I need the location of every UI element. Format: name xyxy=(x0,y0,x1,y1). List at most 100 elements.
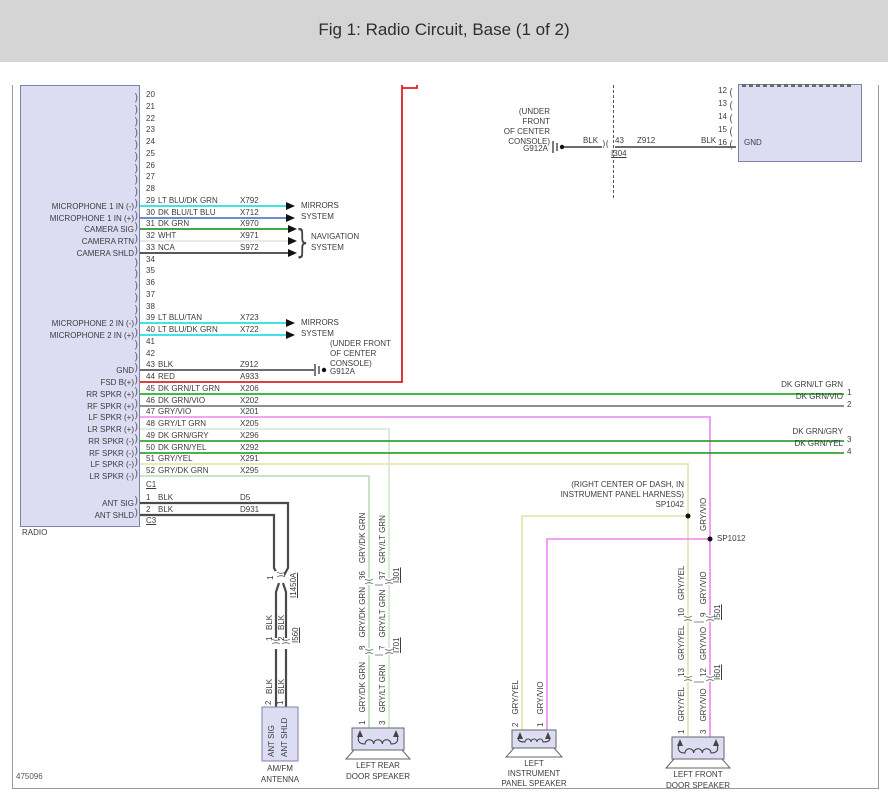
arrow-icon xyxy=(286,319,295,327)
speaker-caption: LEFT REAR xyxy=(345,761,411,770)
circuit-code: X292 xyxy=(240,443,259,452)
pin-bracket: ) xyxy=(134,198,138,209)
wire xyxy=(138,417,710,739)
circuit-code: X722 xyxy=(240,325,259,334)
circuit-code: X712 xyxy=(240,208,259,217)
pin-number: 26 xyxy=(146,161,155,170)
destination-label: SYSTEM xyxy=(311,243,344,252)
pin-bracket: ( xyxy=(729,113,733,124)
pin-number: 14 xyxy=(711,112,727,121)
pin-number: 41 xyxy=(146,337,155,346)
component-pin-number: 1 xyxy=(276,695,285,705)
wire-segment-label: 2 GRY/YEL xyxy=(511,641,520,727)
wire xyxy=(138,85,402,382)
circuit-code: D931 xyxy=(240,505,259,514)
pin-bracket: ) xyxy=(134,174,138,185)
radio-pin-label: ANT SHLD xyxy=(21,511,134,520)
pin-number: 38 xyxy=(146,302,155,311)
radio-pin-label: LR SPKR (+) xyxy=(21,425,134,434)
wire-color-label: GRY/YEL xyxy=(158,454,193,463)
circuit-code: X792 xyxy=(240,196,259,205)
speaker-base xyxy=(666,759,730,768)
pin-number: 39 xyxy=(146,313,155,322)
ground-icon xyxy=(560,145,564,149)
radio-pin-label: MICROPHONE 2 IN (-) xyxy=(21,319,134,328)
pin-number: 15 xyxy=(711,125,727,134)
pin-bracket: ) xyxy=(134,233,138,244)
pin-number: 13 xyxy=(711,99,727,108)
circuit-code: Z912 xyxy=(240,360,258,369)
inline-connector-id: I1450A xyxy=(289,564,298,598)
frame-left xyxy=(12,85,13,788)
clipped-text-row xyxy=(742,84,854,87)
circuit-code: X205 xyxy=(240,419,259,428)
wire-segment-label: 3 GRY/VIO xyxy=(699,689,708,734)
inline-connector-symbol: )( xyxy=(383,578,392,585)
pin-bracket: ) xyxy=(134,409,138,420)
wire-color-label: DK GRN/YEL xyxy=(158,443,206,452)
wire-segment-label: 3 GRY/LT GRN xyxy=(378,662,387,725)
radio-pin-label: LF SPKR (+) xyxy=(21,413,134,422)
circuit-code: X296 xyxy=(240,431,259,440)
wire-color-label: DK GRN xyxy=(158,219,189,228)
circuit-code: X201 xyxy=(240,407,259,416)
radio-pin-label: CAMERA RTN xyxy=(21,237,134,246)
wire-color-label: GRY/DK GRN xyxy=(158,466,209,475)
wire-color-label: GRY/LT GRN xyxy=(158,419,206,428)
wire-segment-label: 37 GRY/LT GRN xyxy=(378,494,387,580)
circuit-code: S972 xyxy=(240,243,259,252)
ground-id-g912a: G912A xyxy=(470,144,548,153)
exit-wire-label: DK GRN/VIO xyxy=(743,392,843,401)
speaker-caption: LEFT xyxy=(512,759,556,768)
pin-bracket: ) xyxy=(134,186,138,197)
wire-segment-label: 9 GRY/VIO xyxy=(699,546,708,617)
pin-number: 47 xyxy=(146,407,155,416)
pin-number: 51 xyxy=(146,454,155,463)
destination-label: MIRRORS xyxy=(301,201,339,210)
wire-color-label: BLK xyxy=(158,360,173,369)
radio-pin-label: MICROPHONE 1 IN (-) xyxy=(21,202,134,211)
speaker-caption: LEFT FRONT xyxy=(665,770,731,779)
pin-number: 20 xyxy=(146,90,155,99)
ground-location-note-line: FRONT xyxy=(470,117,550,126)
wire-segment-label: 1 GRY/DK GRN xyxy=(358,662,367,725)
inline-connector-symbol: )( xyxy=(682,615,691,622)
pin-bracket: ) xyxy=(134,386,138,397)
wire-segment-label: 1 GRY/YEL xyxy=(677,689,686,734)
circuit-code: X295 xyxy=(240,466,259,475)
brace-icon: } xyxy=(296,222,309,261)
diagram-code: 475096 xyxy=(16,772,43,781)
pin-number: 40 xyxy=(146,325,155,334)
page: Fig 1: Radio Circuit, Base (1 of 2) RADI… xyxy=(0,0,888,803)
wire-segment-label: 12 GRY/VIO xyxy=(699,629,708,677)
component-pin-number: 2 xyxy=(264,695,273,705)
destination-label: SYSTEM xyxy=(301,329,334,338)
pin-number: 27 xyxy=(146,172,155,181)
inline-connector-symbol: )( xyxy=(363,578,372,585)
pin-bracket: ) xyxy=(134,421,138,432)
speaker-base xyxy=(346,750,410,759)
wire-color-label: DK GRN/VIO xyxy=(158,396,205,405)
circuit-code: X206 xyxy=(240,384,259,393)
antenna-caption: AM/FM xyxy=(258,764,302,773)
pin-bracket: ) xyxy=(134,139,138,150)
wiring-diagram: RADIO C1 C3 475096 GND (UNDER FRONT OF C… xyxy=(0,0,888,803)
speaker-caption: INSTRUMENT xyxy=(504,769,564,778)
speaker-caption: PANEL SPEAKER xyxy=(495,779,573,788)
pin-bracket: ) xyxy=(134,327,138,338)
radio-pin-label: RF SPKR (-) xyxy=(21,449,134,458)
pin-number: 28 xyxy=(146,184,155,193)
inline-connector-id: I560 xyxy=(291,617,300,643)
pin-number: 37 xyxy=(146,290,155,299)
inline-pin-number: 2 xyxy=(277,629,286,641)
pin-bracket: ) xyxy=(134,292,138,303)
pin-number: 50 xyxy=(146,443,155,452)
pin-number: 2 xyxy=(146,505,150,514)
ground-id-g912a: G912A xyxy=(330,367,355,376)
exit-pin-number: 1 xyxy=(847,388,851,397)
inline-connector-symbol: )( xyxy=(602,141,609,150)
pin-bracket: ) xyxy=(134,495,138,506)
inline-connector-id: I701 xyxy=(392,627,401,653)
circuit-code: X970 xyxy=(240,219,259,228)
pin-bracket: ( xyxy=(729,87,733,98)
